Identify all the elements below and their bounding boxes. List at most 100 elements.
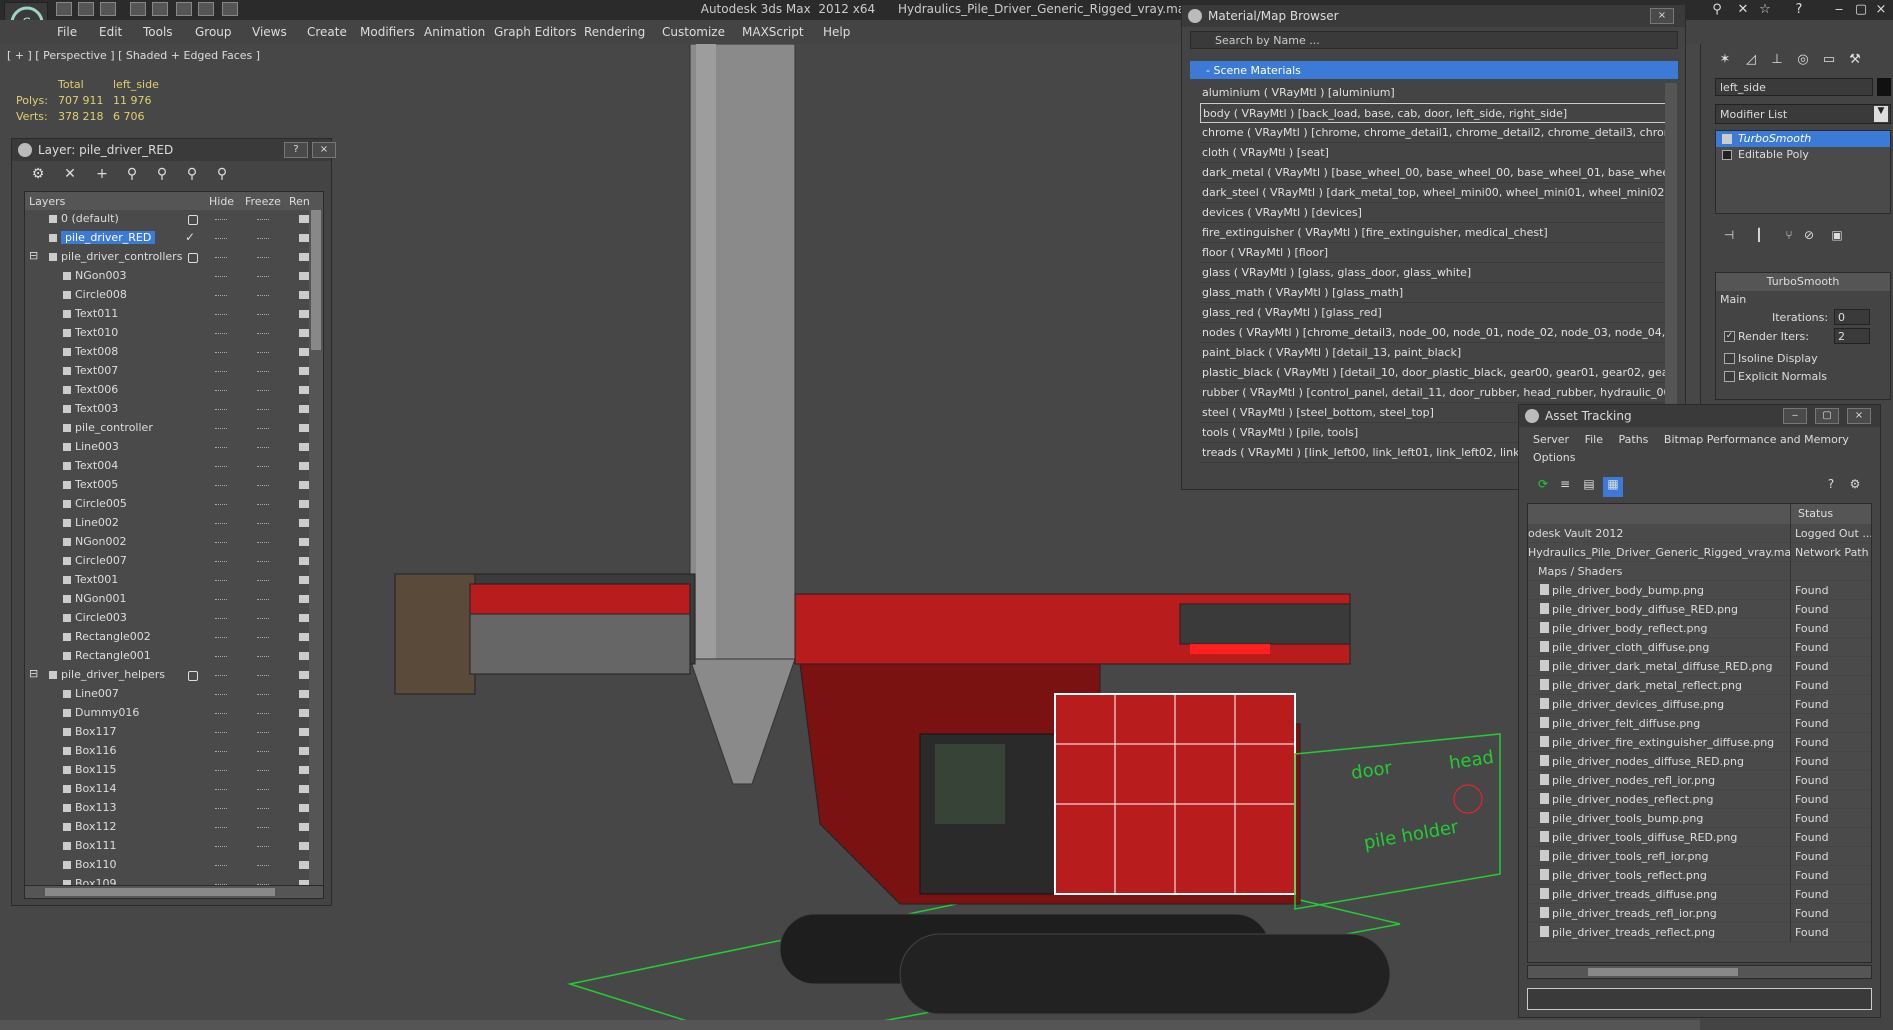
material-item[interactable]: chrome ( VRayMtl ) [chrome, chrome_detai… [1200, 123, 1670, 143]
layer-name[interactable]: Box113 [75, 801, 116, 814]
render-teapot-icon[interactable] [299, 766, 309, 774]
layer-name[interactable]: Line007 [75, 687, 119, 700]
layer-row[interactable]: Text010 [25, 324, 323, 343]
layer-row[interactable]: Text008 [25, 343, 323, 362]
layer-row[interactable]: Line002 [25, 514, 323, 533]
material-item[interactable]: body ( VRayMtl ) [back_load, base, cab, … [1200, 103, 1670, 123]
freeze-toggle[interactable] [257, 219, 269, 220]
motion-tab-icon[interactable]: ◎ [1793, 52, 1813, 72]
render-teapot-icon[interactable] [299, 823, 309, 831]
render-teapot-icon[interactable] [299, 861, 309, 869]
layer-panel-titlebar[interactable]: Layer: pile_driver_RED ? × [12, 139, 336, 161]
asset-row[interactable]: pile_driver_dark_metal_reflect.png Found [1528, 676, 1871, 695]
asset-menu-bitmap[interactable]: Bitmap Performance and Memory [1664, 433, 1849, 446]
render-teapot-icon[interactable] [299, 253, 309, 261]
create-layer-icon[interactable]: ⚙ [28, 166, 48, 184]
layer-row[interactable]: Text004 [25, 457, 323, 476]
layer-name[interactable]: Circle005 [75, 497, 127, 510]
hide-toggle[interactable] [215, 732, 227, 733]
freeze-toggle[interactable] [257, 656, 269, 657]
material-item[interactable]: plastic_black ( VRayMtl ) [detail_10, do… [1200, 363, 1670, 383]
render-teapot-icon[interactable] [299, 652, 309, 660]
layer-row[interactable]: Line007 [25, 685, 323, 704]
render-teapot-icon[interactable] [299, 785, 309, 793]
menu-help[interactable]: Help [823, 25, 850, 39]
layer-name[interactable]: Text008 [75, 345, 118, 358]
layer-row[interactable]: Line003 [25, 438, 323, 457]
menu-file[interactable]: File [57, 25, 77, 39]
freeze-toggle[interactable] [257, 428, 269, 429]
save-file-icon[interactable] [100, 2, 116, 16]
freeze-toggle[interactable] [257, 466, 269, 467]
menu-group[interactable]: Group [195, 25, 232, 39]
asset-menu-paths[interactable]: Paths [1619, 433, 1649, 446]
render-teapot-icon[interactable] [299, 614, 309, 622]
layer-horizontal-scrollbar[interactable] [24, 885, 324, 899]
freeze-toggle[interactable] [257, 542, 269, 543]
layer-name[interactable]: Text007 [75, 364, 118, 377]
asset-row[interactable]: pile_driver_body_reflect.png Found [1528, 619, 1871, 638]
remove-modifier-icon[interactable]: ⊘ [1799, 228, 1819, 248]
render-teapot-icon[interactable] [299, 519, 309, 527]
render-teapot-icon[interactable] [299, 443, 309, 451]
current-layer-checkbox[interactable] [188, 215, 198, 225]
layer-name[interactable]: Box116 [75, 744, 116, 757]
render-teapot-icon[interactable] [299, 690, 309, 698]
close-button[interactable]: × [1650, 8, 1674, 24]
layer-name[interactable]: Box117 [75, 725, 116, 738]
material-item[interactable]: rubber ( VRayMtl ) [control_panel, detai… [1200, 383, 1670, 403]
layer-name[interactable]: pile_driver_RED [61, 231, 156, 244]
close-button[interactable]: × [1847, 408, 1871, 424]
layer-row[interactable]: Box117 [25, 723, 323, 742]
grid-view-icon[interactable]: ▦ [1603, 477, 1623, 497]
current-layer-checkbox[interactable] [188, 253, 198, 263]
render-teapot-icon[interactable] [299, 671, 309, 679]
render-teapot-icon[interactable] [299, 538, 309, 546]
col-hide[interactable]: Hide [209, 195, 234, 208]
layer-name[interactable]: Text005 [75, 478, 118, 491]
render-teapot-icon[interactable] [299, 481, 309, 489]
collapse-icon[interactable]: ⊟ [29, 249, 38, 262]
menu-rendering[interactable]: Rendering [584, 25, 645, 39]
freeze-toggle[interactable] [257, 713, 269, 714]
layer-row[interactable]: 0 (default) [25, 210, 323, 229]
help-button[interactable]: ? [284, 142, 308, 158]
layer-row[interactable]: Rectangle002 [25, 628, 323, 647]
show-end-result-icon[interactable]: ┃ [1749, 228, 1769, 248]
layer-name[interactable]: pile_driver_controllers [61, 250, 182, 263]
render-teapot-icon[interactable] [299, 367, 309, 375]
layer-name[interactable]: pile_driver_helpers [61, 668, 165, 681]
hide-toggle[interactable] [215, 694, 227, 695]
freeze-toggle[interactable] [257, 504, 269, 505]
render-teapot-icon[interactable] [299, 709, 309, 717]
layer-name[interactable]: Text003 [75, 402, 118, 415]
create-tab-icon[interactable]: ✶ [1715, 52, 1735, 72]
hide-toggle[interactable] [215, 580, 227, 581]
maximize-icon[interactable]: ▢ [1852, 2, 1870, 18]
layer-row[interactable]: ⊟ pile_driver_helpers [25, 666, 323, 685]
layer-row[interactable]: Dummy016 [25, 704, 323, 723]
layer-row[interactable]: Box116 [25, 742, 323, 761]
select-objects-icon[interactable]: ⚲ [122, 166, 142, 184]
render-teapot-icon[interactable] [299, 386, 309, 394]
asset-row[interactable]: pile_driver_tools_refl_ior.png Found [1528, 847, 1871, 866]
asset-row[interactable]: pile_driver_nodes_diffuse_RED.png Found [1528, 752, 1871, 771]
material-item[interactable]: glass_math ( VRayMtl ) [glass_math] [1200, 283, 1670, 303]
hide-toggle[interactable] [215, 428, 227, 429]
settings-icon[interactable]: ⚙ [1845, 477, 1865, 497]
freeze-toggle[interactable] [257, 352, 269, 353]
hide-toggle[interactable] [215, 238, 227, 239]
collapse-icon[interactable]: ⊟ [29, 667, 38, 680]
render-iters-spinner[interactable]: 2 [1834, 328, 1870, 344]
material-item[interactable]: dark_metal ( VRayMtl ) [base_wheel_00, b… [1200, 163, 1670, 183]
hide-toggle[interactable] [215, 656, 227, 657]
layer-name[interactable]: Circle007 [75, 554, 127, 567]
isoline-display-checkbox[interactable] [1724, 353, 1735, 364]
freeze-toggle[interactable] [257, 865, 269, 866]
chevron-down-icon[interactable]: ▼ [1874, 106, 1888, 122]
layer-name[interactable]: pile_controller [75, 421, 153, 434]
hide-toggle[interactable] [215, 333, 227, 334]
layer-name[interactable]: Line003 [75, 440, 119, 453]
current-layer-check-icon[interactable]: ✓ [185, 230, 195, 244]
layer-name[interactable]: Text011 [75, 307, 118, 320]
